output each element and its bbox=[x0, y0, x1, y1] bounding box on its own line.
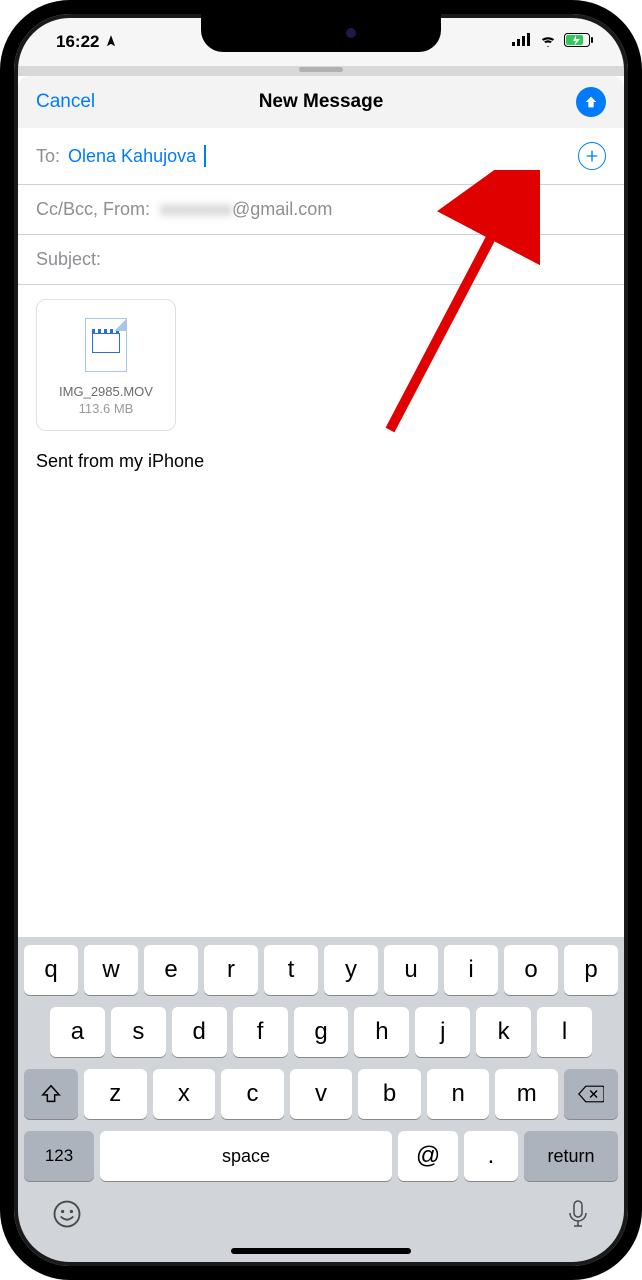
subject-label: Subject: bbox=[36, 249, 101, 270]
to-label: To: bbox=[36, 146, 60, 167]
microphone-icon bbox=[566, 1199, 590, 1229]
key-w[interactable]: w bbox=[84, 945, 138, 995]
battery-icon bbox=[564, 32, 594, 52]
ccbcc-from-label: Cc/Bcc, From: bbox=[36, 199, 150, 220]
key-h[interactable]: h bbox=[354, 1007, 409, 1057]
add-contact-button[interactable] bbox=[578, 142, 606, 170]
dictation-key[interactable] bbox=[566, 1199, 590, 1232]
at-key[interactable]: @ bbox=[398, 1131, 458, 1181]
shift-key[interactable] bbox=[24, 1069, 78, 1119]
ccbcc-from-row[interactable]: Cc/Bcc, From: xxxxxxxx@gmail.com bbox=[18, 185, 624, 235]
backspace-icon bbox=[578, 1084, 604, 1104]
from-domain: @gmail.com bbox=[232, 199, 332, 219]
key-k[interactable]: k bbox=[476, 1007, 531, 1057]
subject-row[interactable]: Subject: bbox=[18, 235, 624, 285]
sheet-backdrop bbox=[18, 66, 624, 76]
keyboard: qwertyuiop asdfghjkl zxcvbnm 123 space @… bbox=[18, 937, 624, 1262]
key-p[interactable]: p bbox=[564, 945, 618, 995]
key-l[interactable]: l bbox=[537, 1007, 592, 1057]
key-v[interactable]: v bbox=[290, 1069, 353, 1119]
key-e[interactable]: e bbox=[144, 945, 198, 995]
key-x[interactable]: x bbox=[153, 1069, 216, 1119]
from-redacted: xxxxxxxx bbox=[160, 199, 232, 219]
arrow-up-icon bbox=[583, 94, 599, 110]
signature-text: Sent from my iPhone bbox=[36, 451, 606, 472]
key-r[interactable]: r bbox=[204, 945, 258, 995]
key-g[interactable]: g bbox=[294, 1007, 349, 1057]
attachment-filename: IMG_2985.MOV bbox=[45, 384, 167, 399]
wifi-icon bbox=[538, 32, 558, 52]
key-y[interactable]: y bbox=[324, 945, 378, 995]
compose-nav: Cancel New Message bbox=[18, 76, 624, 128]
key-u[interactable]: u bbox=[384, 945, 438, 995]
sheet-grabber[interactable] bbox=[299, 67, 343, 72]
space-key[interactable]: space bbox=[100, 1131, 392, 1181]
nav-title: New Message bbox=[259, 91, 384, 113]
period-key[interactable]: . bbox=[464, 1131, 518, 1181]
key-d[interactable]: d bbox=[172, 1007, 227, 1057]
key-i[interactable]: i bbox=[444, 945, 498, 995]
key-m[interactable]: m bbox=[495, 1069, 558, 1119]
key-c[interactable]: c bbox=[221, 1069, 284, 1119]
attachment-card[interactable]: IMG_2985.MOV 113.6 MB bbox=[36, 299, 176, 431]
compose-body[interactable]: IMG_2985.MOV 113.6 MB Sent from my iPhon… bbox=[18, 285, 624, 937]
key-s[interactable]: s bbox=[111, 1007, 166, 1057]
key-f[interactable]: f bbox=[233, 1007, 288, 1057]
backspace-key[interactable] bbox=[564, 1069, 618, 1119]
key-a[interactable]: a bbox=[50, 1007, 105, 1057]
send-button[interactable] bbox=[576, 87, 606, 117]
numeric-key[interactable]: 123 bbox=[24, 1131, 94, 1181]
emoji-icon bbox=[52, 1199, 82, 1229]
home-indicator[interactable] bbox=[231, 1248, 411, 1254]
cancel-button[interactable]: Cancel bbox=[36, 91, 95, 113]
key-n[interactable]: n bbox=[427, 1069, 490, 1119]
text-cursor bbox=[204, 145, 206, 167]
key-b[interactable]: b bbox=[358, 1069, 421, 1119]
to-field-row[interactable]: To: Olena Kahujova bbox=[18, 128, 624, 185]
key-o[interactable]: o bbox=[504, 945, 558, 995]
plus-icon bbox=[584, 148, 600, 164]
recipient-chip[interactable]: Olena Kahujova bbox=[66, 146, 198, 167]
key-t[interactable]: t bbox=[264, 945, 318, 995]
emoji-key[interactable] bbox=[52, 1199, 82, 1232]
key-q[interactable]: q bbox=[24, 945, 78, 995]
return-key[interactable]: return bbox=[524, 1131, 618, 1181]
key-j[interactable]: j bbox=[415, 1007, 470, 1057]
shift-icon bbox=[40, 1083, 62, 1105]
cellular-icon bbox=[512, 32, 532, 52]
status-time: 16:22 bbox=[56, 32, 118, 52]
video-file-icon bbox=[85, 318, 127, 372]
attachment-size: 113.6 MB bbox=[45, 401, 167, 416]
key-z[interactable]: z bbox=[84, 1069, 147, 1119]
